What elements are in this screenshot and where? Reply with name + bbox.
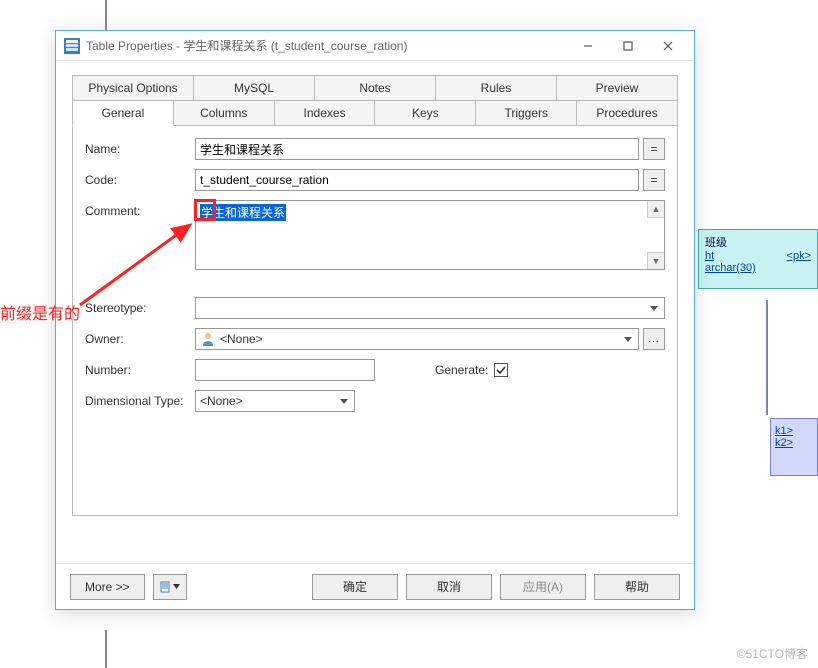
number-input[interactable]: [195, 359, 375, 381]
tabs-row-lower: General Columns Indexes Keys Triggers Pr…: [72, 100, 678, 126]
watermark: ©51CTO博客: [737, 645, 808, 662]
titlebar: Table Properties - 学生和课程关系 (t_student_co…: [56, 31, 694, 61]
user-icon: [200, 331, 216, 347]
dialog-window: Table Properties - 学生和课程关系 (t_student_co…: [55, 30, 695, 610]
tab-general[interactable]: General: [72, 100, 174, 126]
comment-label: Comment:: [85, 200, 195, 218]
scroll-up-icon[interactable]: ▲: [647, 201, 664, 218]
tab-rules[interactable]: Rules: [436, 75, 557, 101]
owner-value: <None>: [220, 332, 263, 346]
stereotype-label: Stereotype:: [85, 301, 195, 315]
tab-indexes[interactable]: Indexes: [275, 100, 376, 126]
generate-label: Generate:: [435, 363, 488, 377]
tab-notes[interactable]: Notes: [315, 75, 436, 101]
bg-entity-col: ht: [705, 250, 714, 262]
more-button[interactable]: More >>: [70, 574, 145, 600]
table-icon: [64, 38, 80, 54]
name-input[interactable]: [195, 138, 639, 160]
bg-entity-box: 班级 ht <pk> archar(30): [698, 229, 818, 289]
bg-line: [105, 630, 107, 668]
tab-keys[interactable]: Keys: [375, 100, 476, 126]
comment-selected-text: 学生和课程关系: [200, 204, 286, 221]
dimtype-label: Dimensional Type:: [85, 394, 195, 408]
tab-preview[interactable]: Preview: [557, 75, 678, 101]
bg-entity-col: k2>: [775, 437, 813, 449]
code-input[interactable]: [195, 169, 639, 191]
tabs-row-upper: Physical Options MySQL Notes Rules Previ…: [72, 75, 678, 101]
options-dropdown-button[interactable]: [153, 574, 187, 600]
maximize-button[interactable]: [608, 32, 648, 60]
tab-mysql[interactable]: MySQL: [194, 75, 315, 101]
owner-label: Owner:: [85, 332, 195, 346]
code-label: Code:: [85, 173, 195, 187]
minimize-button[interactable]: [568, 32, 608, 60]
generate-checkbox[interactable]: [494, 363, 508, 377]
owner-select[interactable]: <None>: [195, 328, 639, 350]
scroll-down-icon[interactable]: ▼: [647, 252, 664, 269]
tab-panel-general: Name: = Code: = Comment: 学生和课程关系 ▲ ▼ Ste…: [72, 126, 678, 516]
chevron-down-icon: [173, 584, 180, 589]
comment-textarea[interactable]: 学生和课程关系 ▲ ▼: [195, 200, 665, 270]
dimtype-value: <None>: [200, 394, 243, 408]
document-icon: [159, 581, 171, 593]
dialog-content: Physical Options MySQL Notes Rules Previ…: [56, 61, 694, 563]
help-button[interactable]: 帮助: [594, 574, 680, 600]
cancel-button[interactable]: 取消: [406, 574, 492, 600]
bg-entity-col: archar(30): [705, 262, 811, 274]
dimtype-select[interactable]: <None>: [195, 390, 355, 412]
number-label: Number:: [85, 363, 195, 377]
button-bar: More >> 确定 取消 应用(A) 帮助: [56, 563, 694, 609]
name-label: Name:: [85, 142, 195, 156]
bg-relation-line: [766, 300, 768, 415]
tab-columns[interactable]: Columns: [174, 100, 275, 126]
bg-pk-tag: <pk>: [787, 250, 811, 262]
name-sync-button[interactable]: =: [643, 138, 665, 160]
ok-button[interactable]: 确定: [312, 574, 398, 600]
tab-triggers[interactable]: Triggers: [476, 100, 577, 126]
close-button[interactable]: [648, 32, 688, 60]
bg-line: [105, 0, 107, 30]
code-sync-button[interactable]: =: [643, 169, 665, 191]
tab-procedures[interactable]: Procedures: [577, 100, 678, 126]
apply-button[interactable]: 应用(A): [500, 574, 586, 600]
tab-physical-options[interactable]: Physical Options: [72, 75, 194, 101]
bg-entity-box: k1> k2>: [770, 418, 818, 476]
stereotype-select[interactable]: [195, 297, 665, 319]
bg-entity-title: 班级: [705, 234, 811, 250]
owner-browse-button[interactable]: ...: [643, 328, 665, 350]
window-title: Table Properties - 学生和课程关系 (t_student_co…: [86, 37, 568, 54]
bg-entity-col: k1>: [775, 425, 813, 437]
